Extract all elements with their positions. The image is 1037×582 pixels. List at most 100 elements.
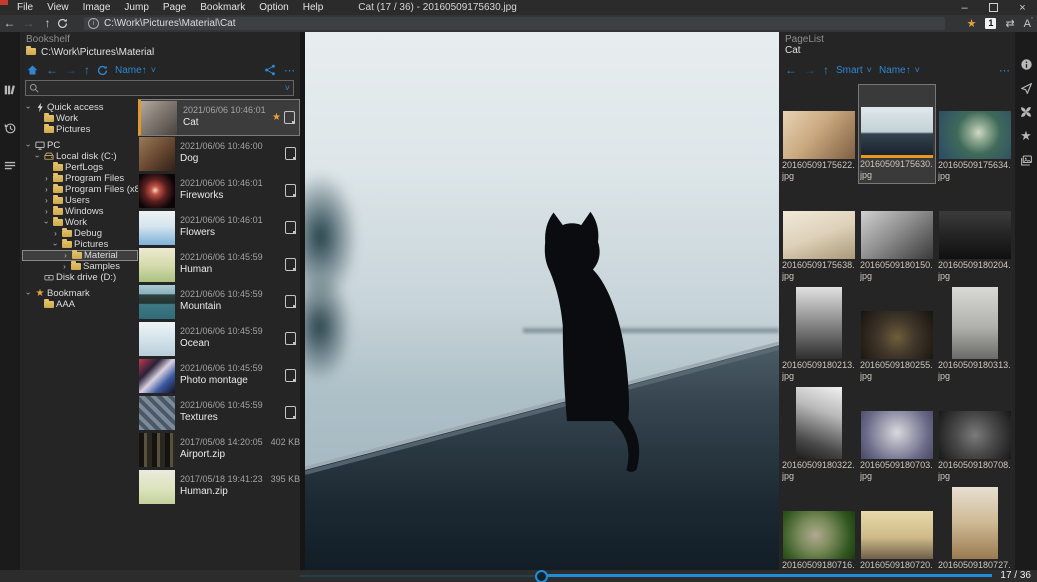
share-button[interactable] [264,64,276,76]
sort-dropdown[interactable]: Name↑ [115,65,147,76]
tree-item[interactable]: › Users [22,195,138,206]
page-thumbnail-cell[interactable]: 20160509175634.jpg [936,84,1014,184]
forward-button[interactable]: → [804,62,816,78]
more-menu-button[interactable]: ⋯ [284,64,296,77]
tree-item[interactable]: PerfLogs [22,162,138,173]
home-button[interactable] [26,64,39,76]
tree-expander-icon[interactable]: › [24,141,33,150]
page-thumbnail-cell[interactable]: 20160509180708.jpg [936,384,1014,484]
menu-help[interactable]: Help [296,0,331,15]
tree-expander-icon[interactable]: › [24,289,33,298]
chevron-down-icon[interactable]: ˅ [285,83,290,93]
page-thumbnail-cell[interactable]: 20160509180322.jpg [780,384,858,484]
tree-item[interactable]: › Program Files [22,173,138,184]
book-list-item[interactable]: 2021/06/06 10:46:01 Cat ★ [138,99,300,136]
information-icon[interactable] [1017,56,1035,72]
tree-item[interactable]: › Debug [22,228,138,239]
page-thumbnail-cell[interactable]: 20160509180313.jpg [936,284,1014,384]
tree-expander-icon[interactable]: › [61,251,70,260]
page-thumbnail-cell[interactable]: 20160509180703.jpg [858,384,936,484]
tree-expander-icon[interactable]: › [42,207,51,216]
filter-dropdown[interactable]: Smart [836,65,863,76]
refresh-button[interactable] [57,18,76,29]
more-menu-button[interactable]: ⋯ [999,64,1011,77]
tree-expander-icon[interactable]: › [24,103,33,112]
text-size-icon[interactable]: Aˆ [1024,18,1033,30]
menu-file[interactable]: File [10,0,40,15]
forward-button[interactable]: → [19,15,38,32]
menu-jump[interactable]: Jump [117,0,155,15]
sort-dropdown[interactable]: Name↑ [879,65,911,76]
page-thumbnail-cell[interactable]: 20160509175622.jpg [780,84,858,184]
menu-page[interactable]: Page [156,0,193,15]
tree-expander-icon[interactable]: › [42,185,51,194]
address-field[interactable]: i C:\Work\Pictures\Material\Cat [84,17,945,30]
read-direction-icon[interactable]: ⇄ [1005,17,1014,30]
tree-expander-icon[interactable]: › [60,262,69,271]
navigator-icon[interactable] [1017,80,1035,96]
bookshelf-icon[interactable] [1,82,19,98]
book-list-item[interactable]: 2017/05/18 19:41:23395 KB Human.zip [138,469,300,506]
effect-icon[interactable] [1017,104,1035,120]
menu-image[interactable]: Image [76,0,118,15]
tree-item[interactable]: Pictures [22,124,138,135]
book-list-item[interactable]: 2021/06/06 10:45:59 Photo montage [138,358,300,395]
menu-bookmark[interactable]: Bookmark [193,0,252,15]
up-button[interactable]: ↑ [38,15,57,32]
tree-item[interactable]: › Work [22,217,138,228]
menu-view[interactable]: View [40,0,76,15]
search-input[interactable] [39,82,285,95]
menu-option[interactable]: Option [252,0,295,15]
minimize-button[interactable]: – [950,0,979,15]
tree-expander-icon[interactable]: › [33,152,42,161]
book-list-item[interactable]: 2021/06/06 10:45:59 Mountain [138,284,300,321]
tree-item[interactable]: › Local disk (C:) [22,151,138,162]
tree-item[interactable]: › ★ Bookmark [22,288,138,299]
page-thumbnail-cell[interactable]: 20160509180204.jpg [936,184,1014,284]
tree-item[interactable]: › Samples [22,261,138,272]
tree-item[interactable]: › Pictures [22,239,138,250]
favorite-star-icon[interactable]: ★ [967,17,977,30]
page-slider-track[interactable] [300,575,541,577]
book-list-item[interactable]: 2021/06/06 10:45:59 Textures [138,395,300,432]
refresh-button[interactable] [97,65,108,76]
tree-item[interactable]: › Windows [22,206,138,217]
page-thumbnail-cell[interactable]: 20160509175638.jpg [780,184,858,284]
page-mode-button[interactable]: 1 [985,18,996,29]
tree-item[interactable]: Work [22,113,138,124]
book-list-item[interactable]: 2021/06/06 10:45:59 Ocean [138,321,300,358]
book-list-item[interactable]: 2021/06/06 10:46:01 Flowers [138,210,300,247]
tree-item[interactable]: › Program Files (x86) [22,184,138,195]
book-list-item[interactable]: 2021/06/06 10:45:59 Human [138,247,300,284]
page-slider-thumb[interactable] [535,570,548,582]
page-thumbnail-cell[interactable]: 20160509180716.jpg [780,484,858,570]
tree-item[interactable]: › PC [22,140,138,151]
page-list-icon[interactable] [1017,152,1035,168]
page-thumbnail-cell[interactable]: 20160509180213.jpg [780,284,858,384]
tree-expander-icon[interactable]: › [51,229,60,238]
forward-button[interactable]: → [65,62,77,78]
maximize-button[interactable] [979,0,1008,15]
tree-expander-icon[interactable]: › [42,218,51,227]
back-button[interactable]: ← [785,62,797,78]
tree-expander-icon[interactable]: › [42,174,51,183]
tree-expander-icon[interactable]: › [42,196,51,205]
bookmark-icon[interactable]: ★ [1017,128,1035,144]
tree-item[interactable]: Disk drive (D:) [22,272,138,283]
close-button[interactable]: × [1008,0,1037,15]
information-list-icon[interactable] [1,158,19,174]
tree-item[interactable]: AAA [22,299,138,310]
page-thumbnail-cell[interactable]: 20160509180150.jpg [858,184,936,284]
tree-item[interactable]: › Quick access [22,102,138,113]
history-icon[interactable] [1,120,19,136]
book-list-item[interactable]: 2021/06/06 10:46:00 Dog [138,136,300,173]
page-thumbnail-cell[interactable]: 20160509180727.jpg [936,484,1014,570]
up-button[interactable]: ↑ [84,62,90,78]
tree-item[interactable]: › Material [22,250,138,261]
page-thumbnail-cell[interactable]: 20160509180255.jpg [858,284,936,384]
page-thumbnail-cell[interactable]: 20160509180720.jpg [858,484,936,570]
back-button[interactable]: ← [46,62,58,78]
page-thumbnail-cell[interactable]: 20160509175630.jpg [858,84,936,184]
book-list-item[interactable]: 2017/05/08 14:20:05402 KB Airport.zip [138,432,300,469]
main-image-view[interactable] [300,32,779,570]
